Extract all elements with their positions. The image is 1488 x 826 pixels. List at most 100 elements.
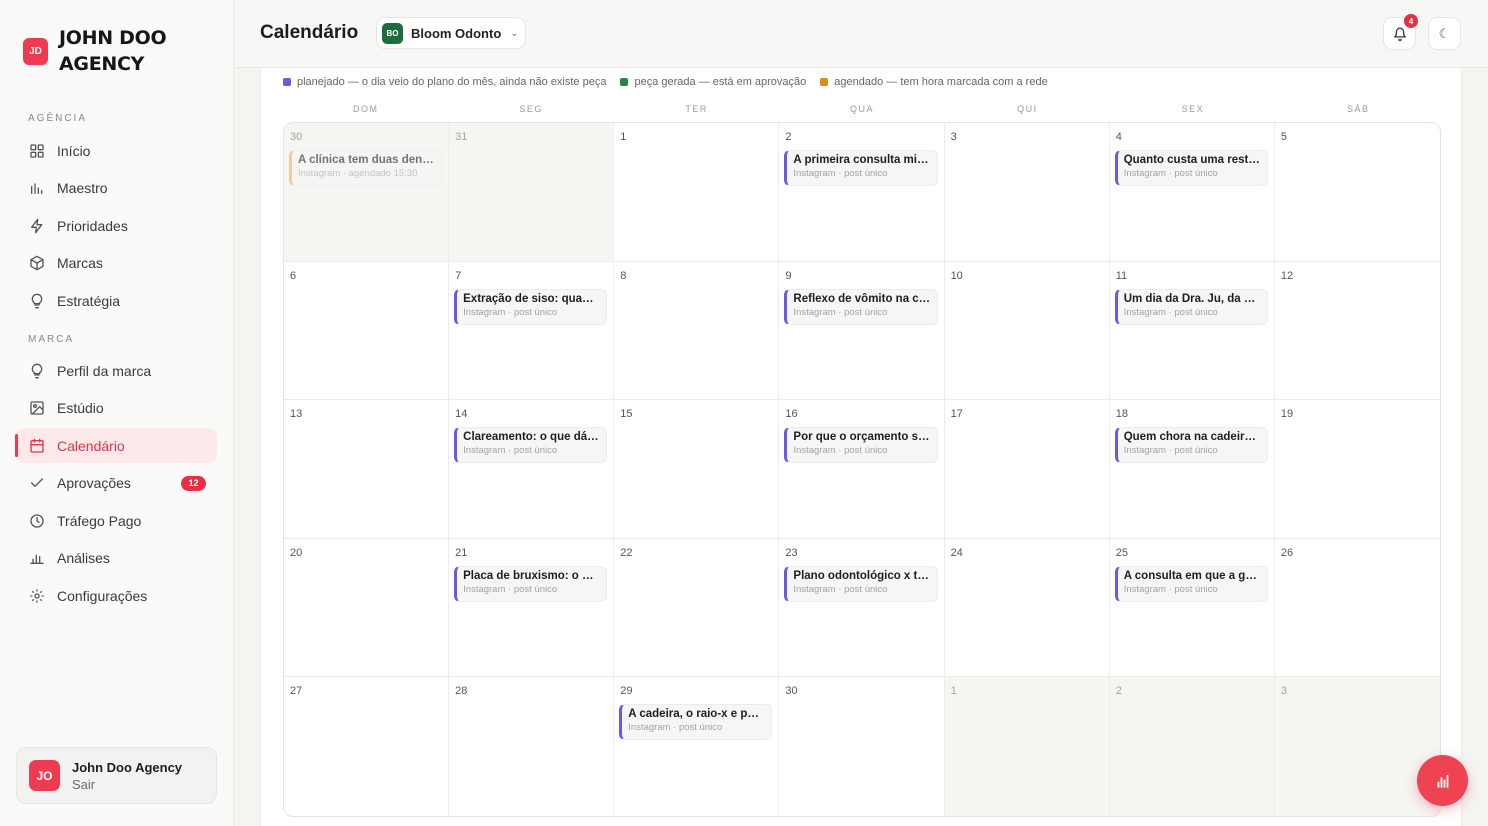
sidebar-item-trafego-pago[interactable]: Tráfego Pago — [16, 503, 217, 538]
weekday-label: DOM — [352, 104, 379, 114]
sidebar-item-calendario[interactable]: Calendário — [15, 428, 217, 463]
event-title: Um dia da Dra. Ju, da p… — [1123, 292, 1263, 305]
calendar-day[interactable]: 4 Quanto custa uma rest… Instagram · post … — [1109, 123, 1275, 262]
calendar-day[interactable]: 3 — [944, 123, 1110, 262]
calendar-day[interactable]: 13 — [284, 400, 450, 539]
day-number: 15 — [620, 408, 633, 421]
sidebar-item-label: Prioridades — [57, 217, 128, 234]
calendar-day[interactable]: 15 — [614, 400, 780, 539]
calendar-day[interactable]: 11 Um dia da Dra. Ju, da p… Instagram · po… — [1109, 261, 1275, 401]
calendar-event[interactable]: Quem chora na cadeira… Instagram · post ú… — [1114, 427, 1268, 464]
sidebar-item-inicio[interactable]: Início — [16, 133, 217, 168]
calendar-event[interactable]: Clareamento: o que dá … Instagram · post … — [454, 427, 608, 464]
calendar-day[interactable]: 20 — [284, 538, 450, 678]
grid-icon — [28, 142, 45, 159]
calendar-event[interactable]: Um dia da Dra. Ju, da p… Instagram · post… — [1114, 288, 1268, 325]
calendar-day[interactable]: 24 — [944, 538, 1110, 678]
event-title: Placa de bruxismo: o q… — [463, 569, 601, 582]
calendar-day[interactable]: 21 Placa de bruxismo: o q… Instagram · pos… — [449, 538, 615, 678]
agency-logo[interactable]: JD JOHN DOO AGENCY — [23, 25, 179, 77]
sidebar-item-perfil-da-marca[interactable]: Perfil da marca — [16, 353, 217, 388]
calendar-day[interactable]: 25 A consulta em que a ge… Instagram · pos… — [1109, 538, 1275, 678]
weekday-header: DOM SEG TER QUA QUI SEX SÁB — [283, 104, 1441, 114]
event-title: Reflexo de vômito na c… — [793, 292, 931, 305]
calendar-day[interactable]: 28 — [449, 677, 615, 816]
calendar-day[interactable]: 6 — [284, 261, 450, 401]
calendar-event[interactable]: Extração de siso: quan… Instagram · post … — [454, 288, 608, 325]
calendar-day[interactable]: 1 — [944, 677, 1110, 816]
day-number: 9 — [785, 269, 792, 282]
calendar-event[interactable]: A clínica tem duas dent… Instagram · agen… — [289, 150, 443, 186]
calendar-day[interactable]: 26 — [1274, 539, 1440, 678]
calendar-day[interactable]: 29 A cadeira, o raio-x e po… Instagram · p… — [614, 677, 780, 816]
sidebar-item-configuracoes[interactable]: Configurações — [16, 578, 217, 613]
weekday-label: SEX — [1181, 104, 1205, 114]
day-number: 5 — [1280, 131, 1287, 143]
sidebar-item-label: Maestro — [57, 180, 108, 196]
calendar-event[interactable]: Quanto custa uma rest… Instagram · post ú… — [1114, 150, 1268, 186]
sidebar-item-aprovacoes[interactable]: Aprovações 12 — [16, 466, 217, 501]
calendar-day[interactable]: 5 — [1274, 123, 1440, 262]
day-number: 11 — [1115, 269, 1128, 282]
user-card[interactable]: JO John Doo Agency Sair — [16, 747, 217, 804]
calendar-day[interactable]: 3 — [1274, 677, 1440, 816]
bolt-icon — [28, 217, 45, 234]
brand-selector[interactable]: BO Bloom Odonto ⌄ — [376, 17, 526, 49]
event-title: Por que o orçamento s… — [793, 431, 930, 444]
day-number: 3 — [1280, 685, 1287, 698]
moon-icon: ☾ — [1438, 25, 1451, 41]
event-meta: Instagram · post único — [1123, 306, 1218, 318]
bulb-icon — [28, 292, 45, 309]
calendar-event[interactable]: Por que o orçamento s… Instagram · post ú… — [784, 427, 938, 464]
calendar-day[interactable]: 30 A clínica tem duas dent… Instagram · ag… — [284, 123, 450, 262]
calendar-event[interactable]: A consulta em que a ge… Instagram · post … — [1114, 565, 1268, 602]
calendar-day[interactable]: 7 Extração de siso: quan… Instagram · post… — [449, 261, 615, 401]
legend-item: planejado — o dia veio do plano do mês, … — [283, 76, 606, 88]
calendar-day[interactable]: 2 — [1109, 677, 1275, 816]
calendar-day[interactable]: 27 — [284, 677, 450, 816]
calendar-day[interactable]: 17 — [944, 400, 1110, 539]
logout-link[interactable]: Sair — [72, 777, 182, 792]
sidebar-item-marcas[interactable]: Marcas — [16, 246, 217, 281]
sidebar-item-estudio[interactable]: Estúdio — [16, 391, 217, 426]
calendar-day[interactable]: 23 Plano odontológico x tr… Instagram · po… — [779, 538, 945, 678]
event-title: Plano odontológico x tr… — [793, 569, 934, 582]
calendar-day[interactable]: 18 Quem chora na cadeira… Instagram · post… — [1109, 400, 1275, 539]
calendar-day[interactable]: 22 — [614, 538, 780, 678]
calendar-day[interactable]: 16 Por que o orçamento s… Instagram · post… — [779, 400, 945, 539]
event-meta: Instagram · post único — [793, 583, 888, 595]
calendar-day[interactable]: 9 Reflexo de vômito na c… Instagram · post… — [779, 261, 945, 401]
sidebar-item-label: Perfil da marca — [57, 362, 152, 379]
calendar-day[interactable]: 2 A primeira consulta mi… Instagram · post… — [779, 123, 945, 262]
calendar-event[interactable]: Plano odontológico x tr… Instagram · post… — [784, 565, 938, 602]
calendar-day[interactable]: 19 — [1274, 400, 1440, 539]
sidebar-item-label: Início — [57, 142, 91, 159]
calendar-event[interactable]: A cadeira, o raio-x e po… Instagram · pos… — [619, 704, 773, 741]
day-number: 25 — [1115, 546, 1128, 559]
calendar-day[interactable]: 12 — [1274, 262, 1440, 401]
sidebar-item-maestro[interactable]: Maestro — [16, 171, 217, 206]
calendar-day[interactable]: 31 — [449, 123, 615, 262]
sidebar-item-analises[interactable]: Análises — [16, 541, 217, 576]
theme-toggle-button[interactable]: ☾ — [1428, 17, 1461, 50]
day-number: 24 — [950, 546, 963, 559]
assistant-fab[interactable] — [1417, 755, 1468, 806]
gear-icon — [28, 587, 45, 604]
count-badge: 12 — [181, 475, 206, 491]
day-number: 2 — [785, 131, 792, 143]
calendar-event[interactable]: Reflexo de vômito na c… Instagram · post … — [784, 288, 938, 325]
calendar-event[interactable]: Placa de bruxismo: o q… Instagram · post … — [454, 565, 608, 602]
sidebar-item-prioridades[interactable]: Prioridades — [16, 208, 217, 243]
calendar-day[interactable]: 14 Clareamento: o que dá … Instagram · pos… — [449, 400, 615, 539]
event-meta: Instagram · post único — [1123, 168, 1218, 179]
calendar-day[interactable]: 8 — [614, 261, 780, 401]
sidebar-item-estrategia[interactable]: Estratégia — [16, 283, 217, 318]
calendar-day[interactable]: 30 — [779, 677, 945, 816]
top-bar: Calendário BO Bloom Odonto ⌄ 4 ☾ — [235, 0, 1488, 68]
notifications-button[interactable]: 4 — [1383, 14, 1418, 50]
weekday-label: SEG — [519, 104, 543, 114]
calendar-day[interactable]: 1 — [614, 123, 780, 262]
calendar-day[interactable]: 10 — [944, 261, 1110, 401]
day-number: 21 — [455, 546, 468, 559]
calendar-event[interactable]: A primeira consulta mi… Instagram · post … — [784, 150, 938, 186]
